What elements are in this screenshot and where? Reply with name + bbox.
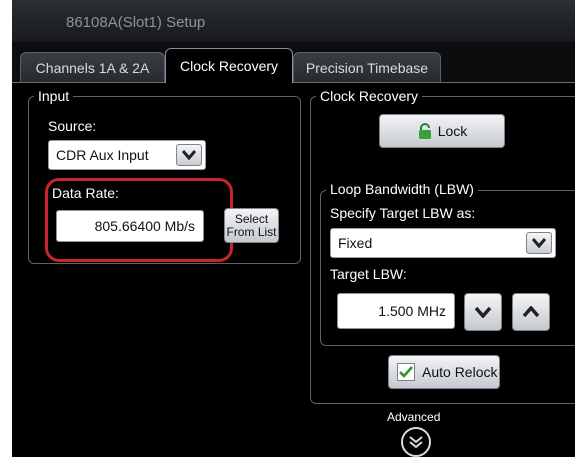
auto-relock-label: Auto Relock	[422, 364, 498, 380]
lbw-increase-button[interactable]	[512, 293, 550, 331]
auto-relock-checkbox[interactable]: Auto Relock	[388, 355, 500, 389]
tab-clock-recovery[interactable]: Clock Recovery	[165, 48, 293, 83]
select-button-line1: Select	[234, 211, 269, 226]
expand-advanced-icon[interactable]	[401, 427, 431, 457]
clock-recovery-legend: Clock Recovery	[316, 88, 423, 104]
source-label: Source:	[48, 118, 97, 134]
data-rate-highlight	[45, 178, 233, 262]
lock-button[interactable]: Lock	[379, 114, 505, 148]
select-button-line2: From List	[226, 224, 277, 239]
select-from-list-button[interactable]: Select From List	[224, 208, 279, 243]
source-value: CDR Aux Input	[56, 147, 149, 163]
window-title: 86108A(Slot1) Setup	[66, 14, 206, 31]
tab-divider	[12, 82, 575, 83]
loop-bandwidth-legend: Loop Bandwidth (LBW)	[326, 181, 478, 197]
source-dropdown[interactable]: CDR Aux Input	[48, 140, 206, 170]
specify-lbw-dropdown[interactable]: Fixed	[330, 228, 556, 258]
chevron-down-icon[interactable]	[526, 232, 552, 254]
chevron-up-icon	[522, 306, 540, 318]
checkbox-check-icon[interactable]	[397, 363, 415, 381]
advanced-label: Advanced	[387, 410, 441, 424]
target-lbw-label: Target LBW:	[330, 266, 407, 282]
tab-channels[interactable]: Channels 1A & 2A	[20, 52, 165, 82]
chevron-down-icon[interactable]	[176, 144, 202, 166]
chevron-down-icon	[474, 306, 492, 318]
tab-precision-timebase[interactable]: Precision Timebase	[293, 52, 441, 82]
lock-label: Lock	[437, 123, 468, 139]
specify-lbw-label: Specify Target LBW as:	[330, 205, 476, 221]
lbw-decrease-button[interactable]	[464, 293, 502, 331]
setup-window: 86108A(Slot1) Setup Channels 1A & 2A Clo…	[12, 0, 575, 457]
specify-lbw-value: Fixed	[338, 235, 373, 251]
title-bar: 86108A(Slot1) Setup	[12, 0, 575, 43]
target-lbw-value: 1.500 MHz	[378, 303, 446, 319]
lock-icon	[417, 123, 433, 139]
target-lbw-field[interactable]: 1.500 MHz	[337, 293, 455, 329]
input-legend: Input	[34, 88, 74, 104]
